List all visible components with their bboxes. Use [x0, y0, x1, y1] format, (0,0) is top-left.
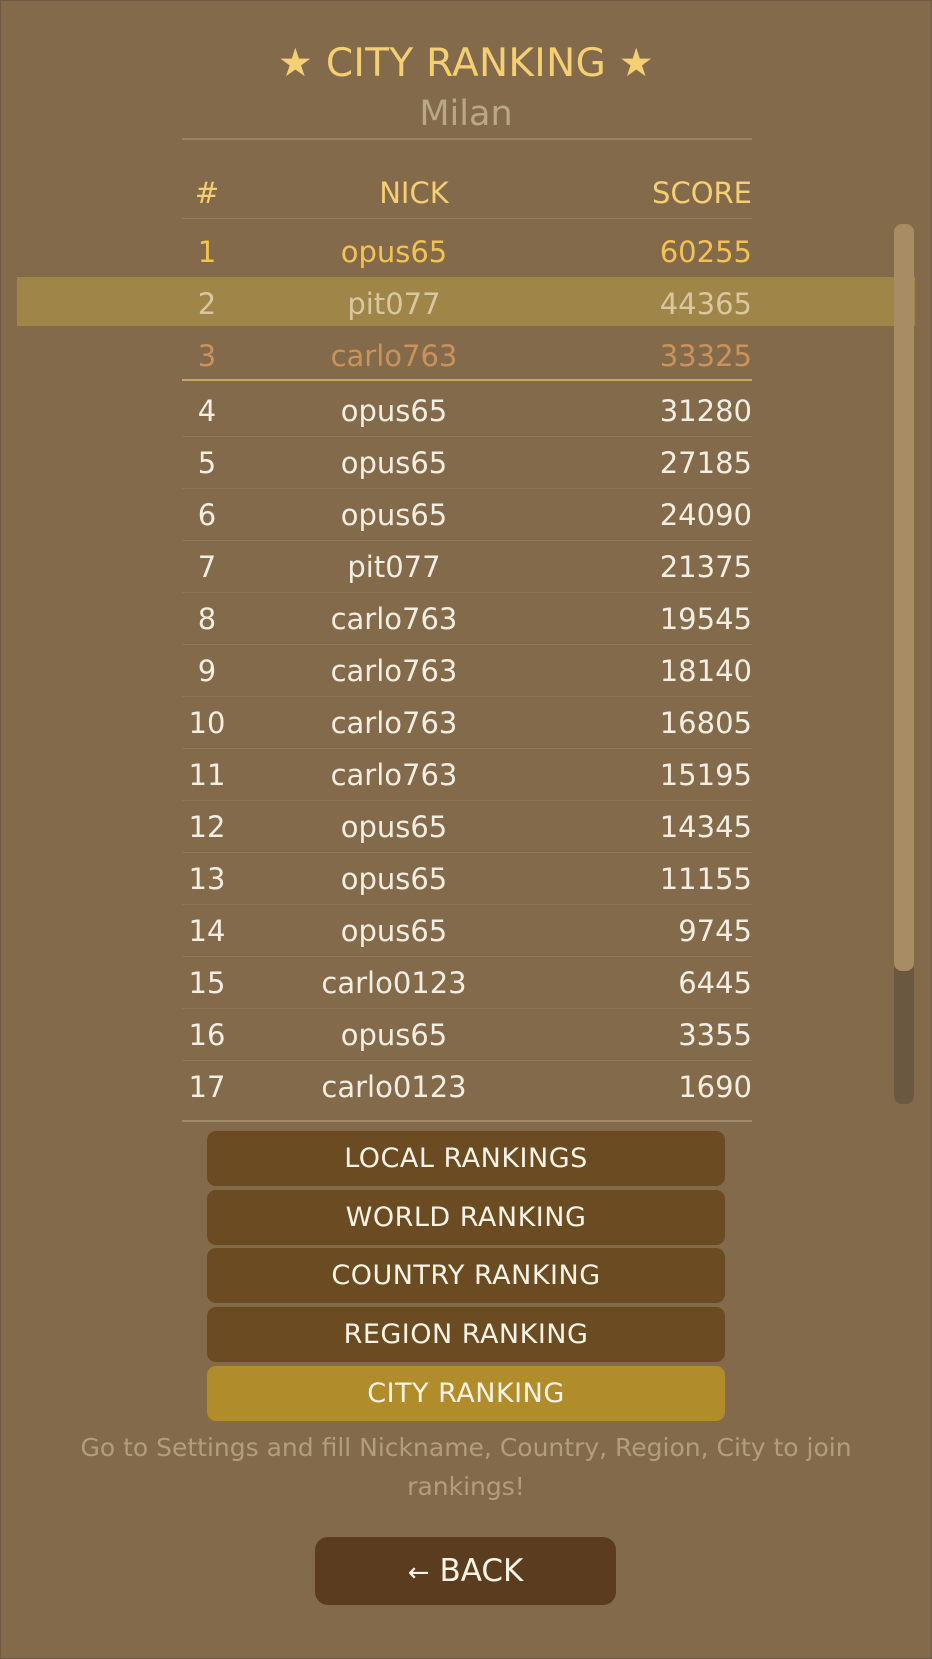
rank-cell: 16: [188, 1018, 226, 1052]
table-row: 6 opus65 24090: [182, 489, 752, 541]
table-row: 16 opus65 3355: [182, 1009, 752, 1061]
rank-cell: 12: [188, 810, 226, 844]
column-header-nick: NICK: [379, 176, 449, 210]
table-row: 13 opus65 11155: [182, 853, 752, 905]
table-row: 17 carlo0123 1690: [182, 1061, 752, 1113]
table-row: 10 carlo763 16805: [182, 697, 752, 749]
score-cell: 14345: [659, 810, 752, 844]
table-row: 4 opus65 31280: [182, 385, 752, 437]
back-button-label: BACK: [439, 1553, 524, 1589]
nick-cell: carlo763: [330, 706, 458, 740]
table-row: 2 pit077 44365: [182, 278, 752, 330]
rank-cell: 15: [188, 966, 226, 1000]
ranking-list[interactable]: 1 opus65 60255 2 pit077 44365 3 carlo763…: [182, 226, 752, 1113]
nick-cell: carlo763: [330, 602, 458, 636]
score-cell: 1690: [678, 1070, 752, 1104]
score-cell: 27185: [659, 446, 752, 480]
nick-cell: carlo0123: [321, 1070, 467, 1104]
table-row: 11 carlo763 15195: [182, 749, 752, 801]
rank-cell: 3: [197, 339, 217, 373]
score-cell: 24090: [659, 498, 752, 532]
city-ranking-button[interactable]: CITY RANKING: [207, 1366, 725, 1421]
nick-cell: opus65: [340, 1018, 448, 1052]
column-header-rank: #: [194, 176, 220, 210]
column-header-score: SCORE: [652, 176, 752, 210]
nick-cell: carlo763: [330, 654, 458, 688]
rank-cell: 2: [197, 287, 217, 321]
rank-cell: 9: [197, 654, 217, 688]
city-name: Milan: [419, 94, 513, 134]
score-cell: 16805: [659, 706, 752, 740]
nick-cell: opus65: [340, 235, 448, 269]
score-cell: 21375: [659, 550, 752, 584]
podium-divider: [182, 379, 752, 381]
score-cell: 33325: [659, 339, 752, 373]
rank-cell: 5: [197, 446, 217, 480]
table-row: 7 pit077 21375: [182, 541, 752, 593]
nick-cell: opus65: [340, 394, 448, 428]
table-row: 5 opus65 27185: [182, 437, 752, 489]
rank-cell: 17: [188, 1070, 226, 1104]
rank-cell: 7: [197, 550, 217, 584]
region-ranking-button[interactable]: REGION RANKING: [207, 1307, 725, 1362]
score-cell: 44365: [659, 287, 752, 321]
list-bottom-divider: [182, 1120, 752, 1122]
nick-cell: opus65: [340, 810, 448, 844]
scrollbar-thumb[interactable]: [894, 224, 914, 971]
table-row: 1 opus65 60255: [182, 226, 752, 278]
score-cell: 11155: [659, 862, 752, 896]
back-arrow-icon: ←: [407, 1558, 430, 1588]
score-cell: 18140: [659, 654, 752, 688]
header-divider: [182, 218, 752, 219]
score-cell: 9745: [678, 914, 752, 948]
rank-cell: 13: [188, 862, 226, 896]
score-cell: 15195: [659, 758, 752, 792]
nick-cell: pit077: [347, 287, 441, 321]
score-cell: 6445: [678, 966, 752, 1000]
back-button[interactable]: ← BACK: [315, 1537, 616, 1605]
table-row: 9 carlo763 18140: [182, 645, 752, 697]
score-cell: 60255: [659, 235, 752, 269]
rank-cell: 6: [197, 498, 217, 532]
rank-cell: 11: [188, 758, 226, 792]
nick-cell: carlo763: [330, 758, 458, 792]
nick-cell: opus65: [340, 498, 448, 532]
rank-cell: 8: [197, 602, 217, 636]
rank-cell: 14: [188, 914, 226, 948]
local-rankings-button[interactable]: LOCAL RANKINGS: [207, 1131, 725, 1186]
score-cell: 19545: [659, 602, 752, 636]
nick-cell: opus65: [340, 446, 448, 480]
rank-cell: 10: [188, 706, 226, 740]
table-row: 14 opus65 9745: [182, 905, 752, 957]
rank-cell: 1: [197, 235, 217, 269]
world-ranking-button[interactable]: WORLD RANKING: [207, 1190, 725, 1245]
table-row: 3 carlo763 33325: [182, 330, 752, 380]
table-row: 8 carlo763 19545: [182, 593, 752, 645]
score-cell: 31280: [659, 394, 752, 428]
score-cell: 3355: [678, 1018, 752, 1052]
scrollbar-track[interactable]: [894, 224, 914, 1104]
table-row: 12 opus65 14345: [182, 801, 752, 853]
country-ranking-button[interactable]: COUNTRY RANKING: [207, 1248, 725, 1303]
title-divider: [182, 138, 752, 140]
nick-cell: pit077: [347, 550, 441, 584]
rank-cell: 4: [197, 394, 217, 428]
nick-cell: carlo763: [330, 339, 458, 373]
page-title: ★ CITY RANKING ★: [277, 41, 655, 86]
nick-cell: carlo0123: [321, 966, 467, 1000]
nick-cell: opus65: [340, 862, 448, 896]
nick-cell: opus65: [340, 914, 448, 948]
join-rankings-notice: Go to Settings and fill Nickname, Countr…: [80, 1433, 852, 1501]
table-row: 15 carlo0123 6445: [182, 957, 752, 1009]
